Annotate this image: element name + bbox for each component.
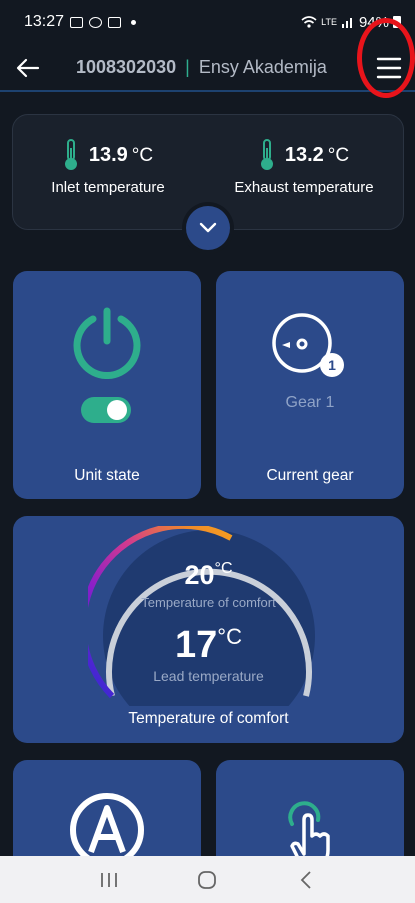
- wifi-icon: [301, 16, 317, 28]
- title-separator: |: [185, 57, 190, 77]
- recent-apps-icon: [101, 872, 118, 887]
- exhaust-temperature: 13.2 °C Exhaust temperature: [209, 139, 399, 196]
- comfort-tile-label: Temperature of comfort: [128, 710, 289, 727]
- unit-state-tile[interactable]: Unit state: [13, 271, 201, 499]
- exhaust-temp-unit: °C: [327, 144, 350, 166]
- chevron-down-icon: [199, 222, 217, 233]
- email-notification-icon: [108, 16, 122, 28]
- comfort-value: 20°C: [13, 560, 404, 591]
- touch-control-tile[interactable]: [216, 760, 404, 870]
- comfort-temperature-tile[interactable]: 20°C Temperature of comfort 17°C Lead te…: [13, 516, 404, 743]
- lead-number: 17: [175, 624, 218, 666]
- exhaust-temp-value: 13.2: [284, 143, 324, 166]
- home-button[interactable]: [192, 868, 222, 892]
- auto-mode-tile[interactable]: [13, 760, 201, 870]
- fan-gear-icon: 1: [272, 313, 344, 377]
- gear-badge: 1: [328, 357, 336, 373]
- device-id: 1008302030: [76, 57, 177, 77]
- more-notifications-icon: [131, 19, 137, 25]
- inlet-temp-unit: °C: [131, 144, 154, 166]
- lead-sublabel: Lead temperature: [153, 668, 264, 684]
- current-gear-value: Gear 1: [285, 394, 335, 411]
- comfort-number: 20: [184, 560, 215, 590]
- current-gear-tile[interactable]: 1 Gear 1 Current gear: [216, 271, 404, 499]
- back-button[interactable]: [291, 868, 321, 892]
- exhaust-temp-label: Exhaust temperature: [234, 179, 374, 196]
- current-gear-label: Current gear: [266, 467, 354, 484]
- chevron-left-icon: [300, 870, 311, 889]
- home-icon: [198, 870, 217, 889]
- thermometer-icon: [64, 139, 77, 170]
- power-icon: [73, 307, 141, 379]
- status-time: 13:27: [24, 13, 65, 30]
- recent-apps-button[interactable]: [94, 868, 124, 892]
- unit-state-toggle[interactable]: [81, 397, 131, 423]
- location-name: Ensy Akademija: [198, 57, 327, 77]
- unit-state-label: Unit state: [74, 467, 140, 484]
- expand-button[interactable]: [186, 206, 230, 250]
- gallery-notification-icon: [70, 16, 84, 28]
- comfort-sublabel: Temperature of comfort: [141, 595, 276, 610]
- lead-unit: °C: [217, 624, 242, 649]
- status-bar: 13:27 LTE 94%: [0, 0, 415, 44]
- inlet-temp-value: 13.9: [88, 143, 128, 166]
- network-type: LTE: [321, 16, 337, 27]
- lead-value: 17°C: [13, 624, 404, 667]
- toggle-knob: [107, 400, 127, 420]
- app-header: 1008302030 | Ensy Akademija: [0, 44, 415, 92]
- arrow-left-icon[interactable]: [14, 54, 42, 82]
- highlight-ring-annotation: [357, 18, 415, 98]
- comfort-unit: °C: [214, 560, 233, 577]
- system-nav-bar: [0, 856, 415, 903]
- inlet-temp-label: Inlet temperature: [51, 179, 165, 196]
- thermometer-icon: [260, 139, 273, 170]
- signal-icon: [341, 18, 352, 28]
- chat-notification-icon: [89, 16, 103, 28]
- page-title: 1008302030 | Ensy Akademija: [76, 57, 327, 78]
- inlet-temperature: 13.9 °C Inlet temperature: [13, 139, 203, 196]
- status-left: 13:27: [24, 13, 137, 31]
